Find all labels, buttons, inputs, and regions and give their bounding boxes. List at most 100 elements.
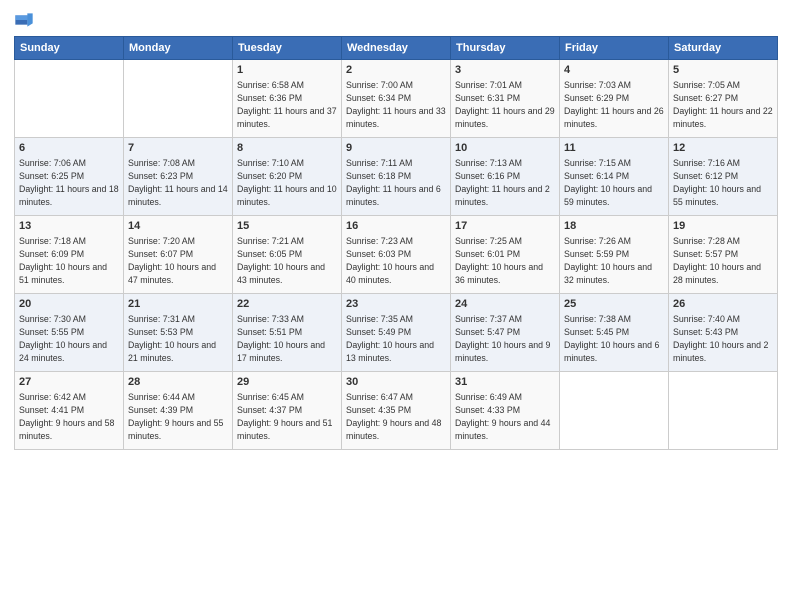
day-info: Sunrise: 7:13 AM Sunset: 6:16 PM Dayligh… — [455, 157, 555, 208]
calendar-cell: 12Sunrise: 7:16 AM Sunset: 6:12 PM Dayli… — [669, 138, 778, 216]
header — [14, 10, 778, 30]
day-info: Sunrise: 7:20 AM Sunset: 6:07 PM Dayligh… — [128, 235, 228, 286]
day-number: 20 — [19, 297, 119, 312]
day-info: Sunrise: 7:37 AM Sunset: 5:47 PM Dayligh… — [455, 313, 555, 364]
day-number: 22 — [237, 297, 337, 312]
calendar-cell: 27Sunrise: 6:42 AM Sunset: 4:41 PM Dayli… — [15, 372, 124, 450]
day-info: Sunrise: 6:58 AM Sunset: 6:36 PM Dayligh… — [237, 79, 337, 130]
calendar-cell: 26Sunrise: 7:40 AM Sunset: 5:43 PM Dayli… — [669, 294, 778, 372]
calendar-cell: 21Sunrise: 7:31 AM Sunset: 5:53 PM Dayli… — [124, 294, 233, 372]
day-number: 30 — [346, 375, 446, 390]
calendar-cell: 29Sunrise: 6:45 AM Sunset: 4:37 PM Dayli… — [233, 372, 342, 450]
day-info: Sunrise: 7:08 AM Sunset: 6:23 PM Dayligh… — [128, 157, 228, 208]
day-number: 13 — [19, 219, 119, 234]
day-number: 12 — [673, 141, 773, 156]
page: SundayMondayTuesdayWednesdayThursdayFrid… — [0, 0, 792, 612]
day-info: Sunrise: 7:00 AM Sunset: 6:34 PM Dayligh… — [346, 79, 446, 130]
day-info: Sunrise: 7:18 AM Sunset: 6:09 PM Dayligh… — [19, 235, 119, 286]
day-number: 6 — [19, 141, 119, 156]
calendar-header-row: SundayMondayTuesdayWednesdayThursdayFrid… — [15, 37, 778, 60]
calendar-cell: 3Sunrise: 7:01 AM Sunset: 6:31 PM Daylig… — [451, 60, 560, 138]
calendar-cell: 16Sunrise: 7:23 AM Sunset: 6:03 PM Dayli… — [342, 216, 451, 294]
day-info: Sunrise: 7:31 AM Sunset: 5:53 PM Dayligh… — [128, 313, 228, 364]
day-number: 10 — [455, 141, 555, 156]
calendar-cell: 15Sunrise: 7:21 AM Sunset: 6:05 PM Dayli… — [233, 216, 342, 294]
day-info: Sunrise: 7:06 AM Sunset: 6:25 PM Dayligh… — [19, 157, 119, 208]
logo — [14, 10, 36, 30]
day-header-monday: Monday — [124, 37, 233, 60]
day-header-saturday: Saturday — [669, 37, 778, 60]
day-number: 5 — [673, 63, 773, 78]
calendar-cell: 1Sunrise: 6:58 AM Sunset: 6:36 PM Daylig… — [233, 60, 342, 138]
calendar-cell: 11Sunrise: 7:15 AM Sunset: 6:14 PM Dayli… — [560, 138, 669, 216]
calendar-week-row: 27Sunrise: 6:42 AM Sunset: 4:41 PM Dayli… — [15, 372, 778, 450]
day-number: 2 — [346, 63, 446, 78]
day-number: 16 — [346, 219, 446, 234]
day-header-tuesday: Tuesday — [233, 37, 342, 60]
day-number: 28 — [128, 375, 228, 390]
day-info: Sunrise: 7:28 AM Sunset: 5:57 PM Dayligh… — [673, 235, 773, 286]
day-number: 24 — [455, 297, 555, 312]
calendar-cell: 6Sunrise: 7:06 AM Sunset: 6:25 PM Daylig… — [15, 138, 124, 216]
day-number: 11 — [564, 141, 664, 156]
day-info: Sunrise: 7:05 AM Sunset: 6:27 PM Dayligh… — [673, 79, 773, 130]
calendar-cell: 25Sunrise: 7:38 AM Sunset: 5:45 PM Dayli… — [560, 294, 669, 372]
day-number: 18 — [564, 219, 664, 234]
calendar-week-row: 20Sunrise: 7:30 AM Sunset: 5:55 PM Dayli… — [15, 294, 778, 372]
day-number: 3 — [455, 63, 555, 78]
day-header-wednesday: Wednesday — [342, 37, 451, 60]
day-info: Sunrise: 7:38 AM Sunset: 5:45 PM Dayligh… — [564, 313, 664, 364]
calendar-cell — [124, 60, 233, 138]
logo-icon — [14, 10, 34, 30]
day-info: Sunrise: 6:49 AM Sunset: 4:33 PM Dayligh… — [455, 391, 555, 442]
day-number: 19 — [673, 219, 773, 234]
day-header-friday: Friday — [560, 37, 669, 60]
day-info: Sunrise: 7:01 AM Sunset: 6:31 PM Dayligh… — [455, 79, 555, 130]
calendar-cell: 14Sunrise: 7:20 AM Sunset: 6:07 PM Dayli… — [124, 216, 233, 294]
day-header-thursday: Thursday — [451, 37, 560, 60]
calendar-cell: 2Sunrise: 7:00 AM Sunset: 6:34 PM Daylig… — [342, 60, 451, 138]
calendar-cell — [560, 372, 669, 450]
day-info: Sunrise: 7:26 AM Sunset: 5:59 PM Dayligh… — [564, 235, 664, 286]
calendar-cell: 7Sunrise: 7:08 AM Sunset: 6:23 PM Daylig… — [124, 138, 233, 216]
calendar-cell: 23Sunrise: 7:35 AM Sunset: 5:49 PM Dayli… — [342, 294, 451, 372]
day-number: 23 — [346, 297, 446, 312]
calendar-cell: 8Sunrise: 7:10 AM Sunset: 6:20 PM Daylig… — [233, 138, 342, 216]
day-number: 7 — [128, 141, 228, 156]
day-info: Sunrise: 7:15 AM Sunset: 6:14 PM Dayligh… — [564, 157, 664, 208]
day-info: Sunrise: 7:16 AM Sunset: 6:12 PM Dayligh… — [673, 157, 773, 208]
calendar-week-row: 13Sunrise: 7:18 AM Sunset: 6:09 PM Dayli… — [15, 216, 778, 294]
calendar-cell: 31Sunrise: 6:49 AM Sunset: 4:33 PM Dayli… — [451, 372, 560, 450]
day-number: 26 — [673, 297, 773, 312]
day-info: Sunrise: 7:30 AM Sunset: 5:55 PM Dayligh… — [19, 313, 119, 364]
day-info: Sunrise: 7:33 AM Sunset: 5:51 PM Dayligh… — [237, 313, 337, 364]
calendar-cell: 24Sunrise: 7:37 AM Sunset: 5:47 PM Dayli… — [451, 294, 560, 372]
calendar-cell: 30Sunrise: 6:47 AM Sunset: 4:35 PM Dayli… — [342, 372, 451, 450]
day-info: Sunrise: 7:21 AM Sunset: 6:05 PM Dayligh… — [237, 235, 337, 286]
calendar-week-row: 1Sunrise: 6:58 AM Sunset: 6:36 PM Daylig… — [15, 60, 778, 138]
day-number: 31 — [455, 375, 555, 390]
day-number: 15 — [237, 219, 337, 234]
day-number: 25 — [564, 297, 664, 312]
calendar-cell: 4Sunrise: 7:03 AM Sunset: 6:29 PM Daylig… — [560, 60, 669, 138]
calendar-cell: 20Sunrise: 7:30 AM Sunset: 5:55 PM Dayli… — [15, 294, 124, 372]
calendar-cell: 9Sunrise: 7:11 AM Sunset: 6:18 PM Daylig… — [342, 138, 451, 216]
day-header-sunday: Sunday — [15, 37, 124, 60]
calendar-cell: 13Sunrise: 7:18 AM Sunset: 6:09 PM Dayli… — [15, 216, 124, 294]
day-number: 8 — [237, 141, 337, 156]
calendar-cell: 28Sunrise: 6:44 AM Sunset: 4:39 PM Dayli… — [124, 372, 233, 450]
calendar-table: SundayMondayTuesdayWednesdayThursdayFrid… — [14, 36, 778, 450]
day-info: Sunrise: 7:03 AM Sunset: 6:29 PM Dayligh… — [564, 79, 664, 130]
day-number: 29 — [237, 375, 337, 390]
day-number: 1 — [237, 63, 337, 78]
calendar-cell: 19Sunrise: 7:28 AM Sunset: 5:57 PM Dayli… — [669, 216, 778, 294]
calendar-cell: 10Sunrise: 7:13 AM Sunset: 6:16 PM Dayli… — [451, 138, 560, 216]
day-number: 9 — [346, 141, 446, 156]
day-number: 14 — [128, 219, 228, 234]
calendar-cell: 17Sunrise: 7:25 AM Sunset: 6:01 PM Dayli… — [451, 216, 560, 294]
calendar-week-row: 6Sunrise: 7:06 AM Sunset: 6:25 PM Daylig… — [15, 138, 778, 216]
day-number: 4 — [564, 63, 664, 78]
day-number: 17 — [455, 219, 555, 234]
day-info: Sunrise: 7:10 AM Sunset: 6:20 PM Dayligh… — [237, 157, 337, 208]
day-info: Sunrise: 7:11 AM Sunset: 6:18 PM Dayligh… — [346, 157, 446, 208]
